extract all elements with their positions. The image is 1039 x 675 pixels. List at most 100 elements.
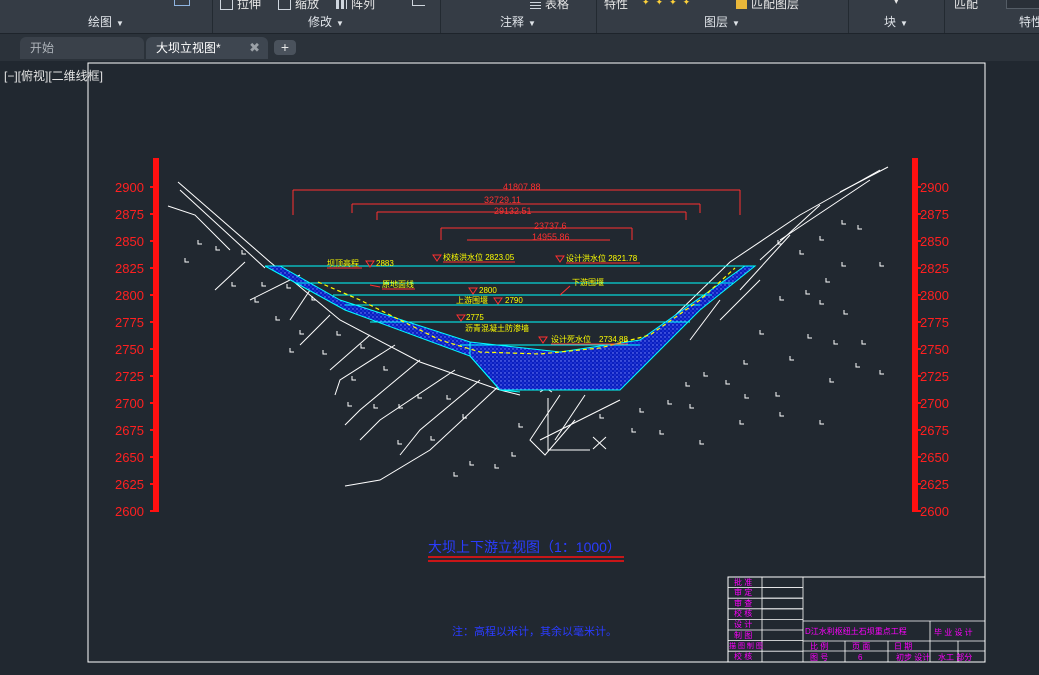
tb-row-3: 校 核 — [734, 608, 752, 618]
rock-symbol — [819, 420, 824, 425]
match-layer-button[interactable]: 匹配图层 — [736, 0, 799, 12]
rock-symbol — [743, 360, 748, 365]
rock-symbol — [631, 428, 636, 433]
match-layer-icon — [736, 0, 747, 10]
label-2775: 2775 — [466, 313, 484, 322]
tb-dept: 水工 部分 — [938, 652, 972, 662]
elevation-label-left: 2675 — [115, 423, 144, 438]
file-tab-bar: 开始 大坝立视图* ✖ + — [0, 34, 1039, 61]
elevation-label-right: 2725 — [920, 369, 949, 384]
rock-symbol — [841, 220, 846, 225]
label-dead-level: 设计死水位 — [551, 334, 591, 344]
layer-tools-icon[interactable]: ✦✦✦✦ — [642, 0, 696, 8]
chevron-down-icon: ▼ — [336, 19, 344, 28]
rock-symbol — [184, 258, 189, 263]
rock-symbol — [351, 376, 356, 381]
rock-symbol — [275, 316, 280, 321]
tb-row-1: 审 定 — [734, 587, 752, 597]
rock-symbol — [699, 440, 704, 445]
label-design-flood: 设计洪水位 2821.78 — [566, 253, 638, 263]
rock-symbol — [373, 404, 378, 409]
close-icon[interactable]: ✖ — [249, 37, 260, 59]
panel-title-annotation[interactable]: 注释 ▼ — [440, 13, 596, 30]
properties-button[interactable]: 特性 — [604, 0, 628, 12]
panel-title-layers[interactable]: 图层 ▼ — [596, 13, 848, 30]
ribbon-panel-properties: 匹配 特性 — [944, 0, 1039, 33]
tb-design-type: 毕 业 设 计 — [934, 627, 973, 637]
ribbon-panel-draw: 绘图 ▼ — [0, 0, 213, 33]
elevation-label-left: 2625 — [115, 477, 144, 492]
label-2790: 2790 — [505, 296, 523, 305]
table-button[interactable]: 表格 — [530, 0, 569, 12]
panel-title-properties[interactable]: 特性 — [1004, 13, 1039, 30]
tab-dam-elevation-view[interactable]: 大坝立视图* ✖ — [146, 37, 268, 59]
elevation-label-right: 2775 — [920, 315, 949, 330]
elevation-label-left: 2900 — [115, 180, 144, 195]
label-downstream-cofferdam: 下游围堰 — [572, 277, 604, 287]
rock-symbol — [685, 382, 690, 387]
drawing-note: 注：高程以米计，其余以毫米计。 — [452, 624, 617, 638]
elevation-tick — [150, 510, 153, 512]
elevation-label-left: 2825 — [115, 261, 144, 276]
tb-project: D江水利枢纽土石坝重点工程 — [805, 626, 907, 636]
elevation-label-left: 2650 — [115, 450, 144, 465]
label-original-ground: 原地面线 — [382, 279, 414, 289]
rock-symbol — [430, 436, 435, 441]
chamfer-icon[interactable] — [412, 0, 425, 6]
tb-sheet-value: 6 — [858, 653, 863, 662]
tb-drawing-no-label: 图 号 — [810, 653, 828, 662]
rock-symbol — [511, 452, 516, 457]
panel-title-modify[interactable]: 修改 ▼ — [212, 13, 440, 30]
ribbon-panel-block: ▾ 块 ▼ — [848, 0, 945, 33]
new-tab-button[interactable]: + — [274, 40, 296, 55]
scale-button[interactable]: 缩放 — [278, 0, 319, 12]
rock-symbol — [659, 430, 664, 435]
tab-start[interactable]: 开始 — [20, 37, 144, 59]
rock-symbol — [725, 380, 730, 385]
stretch-icon — [220, 0, 233, 11]
rock-symbol — [779, 296, 784, 301]
tb-date-label: 日 期 — [894, 642, 912, 651]
ribbon-panel-layers: 特性 ✦✦✦✦ 匹配图层 图层 ▼ — [596, 0, 849, 33]
elevation-label-left: 2800 — [115, 288, 144, 303]
elevation-label-left: 2600 — [115, 504, 144, 519]
rock-symbol — [197, 240, 202, 245]
elevation-tick — [150, 213, 153, 215]
elevation-tick — [150, 240, 153, 242]
elevation-tick — [150, 375, 153, 377]
draw-tool-icon[interactable] — [174, 0, 190, 6]
rock-symbol — [825, 278, 830, 283]
elevation-label-left: 2750 — [115, 342, 144, 357]
rock-symbol — [739, 420, 744, 425]
ribbon-panel-annotation: 表格 注释 ▼ — [440, 0, 597, 33]
elevation-label-right: 2625 — [920, 477, 949, 492]
rock-symbol — [855, 363, 860, 368]
elevation-label-right: 2650 — [920, 450, 949, 465]
rock-symbol — [639, 408, 644, 413]
rock-symbol — [861, 340, 866, 345]
elevation-tick — [150, 402, 153, 404]
rock-symbol — [807, 334, 812, 339]
match-properties-button[interactable]: 匹配 — [954, 0, 978, 12]
rock-symbol — [518, 423, 523, 428]
chevron-down-icon[interactable]: ▾ — [894, 0, 899, 7]
tb-row-4: 设 计 — [734, 619, 752, 629]
left-elevation-scale — [150, 158, 159, 512]
array-icon — [336, 0, 347, 10]
panel-title-block[interactable]: 块 ▼ — [848, 13, 944, 30]
chevron-down-icon: ▼ — [732, 19, 740, 28]
rock-symbol — [397, 440, 402, 445]
stretch-button[interactable]: 拉伸 — [220, 0, 261, 12]
panel-title-draw[interactable]: 绘图 ▼ — [0, 13, 212, 30]
label-asphalt-wall: 沥青混凝土防渗墙 — [465, 323, 529, 333]
tb-row-6: 描 图 制 图 — [729, 641, 763, 650]
rock-symbol — [446, 395, 451, 400]
properties-dropdown[interactable] — [1006, 0, 1039, 9]
array-button[interactable]: 阵列 — [336, 0, 375, 12]
rock-symbol — [383, 366, 388, 371]
tb-page-label: 页 面 — [852, 642, 870, 651]
tb-row-0: 批 准 — [734, 577, 752, 587]
dim-14955: 14955.86 — [532, 232, 570, 242]
tb-row-2: 审 查 — [734, 598, 752, 608]
drawing-canvas[interactable]: 2900 2900 2875 2875 2850 2850 2825 2825 2800 2800… — [0, 61, 1039, 675]
